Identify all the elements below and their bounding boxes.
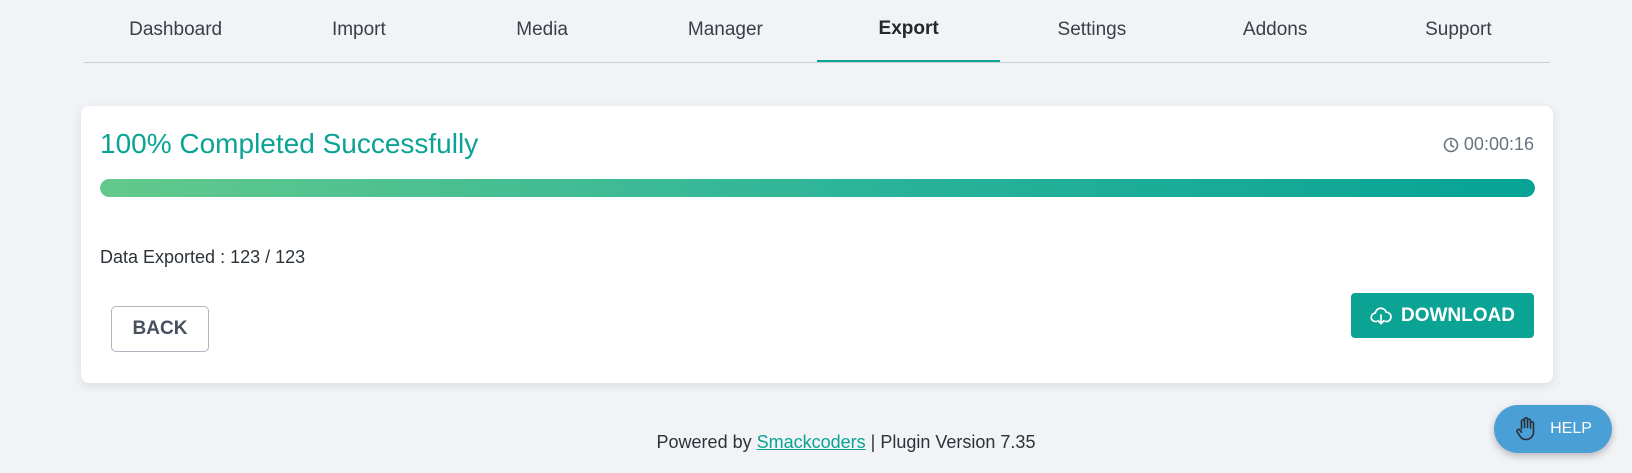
clock-icon: [1443, 137, 1459, 153]
hand-icon: [1514, 416, 1538, 442]
cloud-download-icon: [1370, 306, 1392, 326]
tab-dashboard[interactable]: Dashboard: [84, 0, 267, 62]
back-button[interactable]: BACK: [111, 306, 209, 352]
timer-value: 00:00:16: [1463, 134, 1534, 154]
export-status-card: 100% Completed Successfully 00:00:16 Dat…: [81, 106, 1553, 383]
tab-export[interactable]: Export: [817, 0, 1001, 62]
tab-media[interactable]: Media: [451, 0, 634, 62]
elapsed-timer: 00:00:16: [1443, 134, 1534, 155]
plugin-version-text: | Plugin Version 7.35: [870, 432, 1036, 452]
progress-fill: [100, 179, 1535, 197]
tab-import[interactable]: Import: [267, 0, 450, 62]
help-button[interactable]: HELP: [1494, 405, 1612, 453]
powered-by-text: Powered by: [656, 432, 752, 452]
tab-settings[interactable]: Settings: [1000, 0, 1183, 62]
nav-tabs: Dashboard Import Media Manager Export Se…: [84, 0, 1550, 63]
help-label: HELP: [1550, 420, 1592, 437]
download-button[interactable]: DOWNLOAD: [1351, 293, 1534, 338]
tab-addons[interactable]: Addons: [1184, 0, 1367, 62]
download-label: DOWNLOAD: [1401, 304, 1515, 326]
tab-support[interactable]: Support: [1367, 0, 1550, 62]
status-title: 100% Completed Successfully: [100, 128, 479, 159]
tab-manager[interactable]: Manager: [634, 0, 817, 62]
progress-bar: [100, 179, 1535, 197]
smackcoders-link[interactable]: Smackcoders: [757, 432, 866, 452]
exported-count: Data Exported : 123 / 123: [100, 247, 306, 267]
footer: Powered by Smackcoders | Plugin Version …: [0, 432, 1632, 453]
